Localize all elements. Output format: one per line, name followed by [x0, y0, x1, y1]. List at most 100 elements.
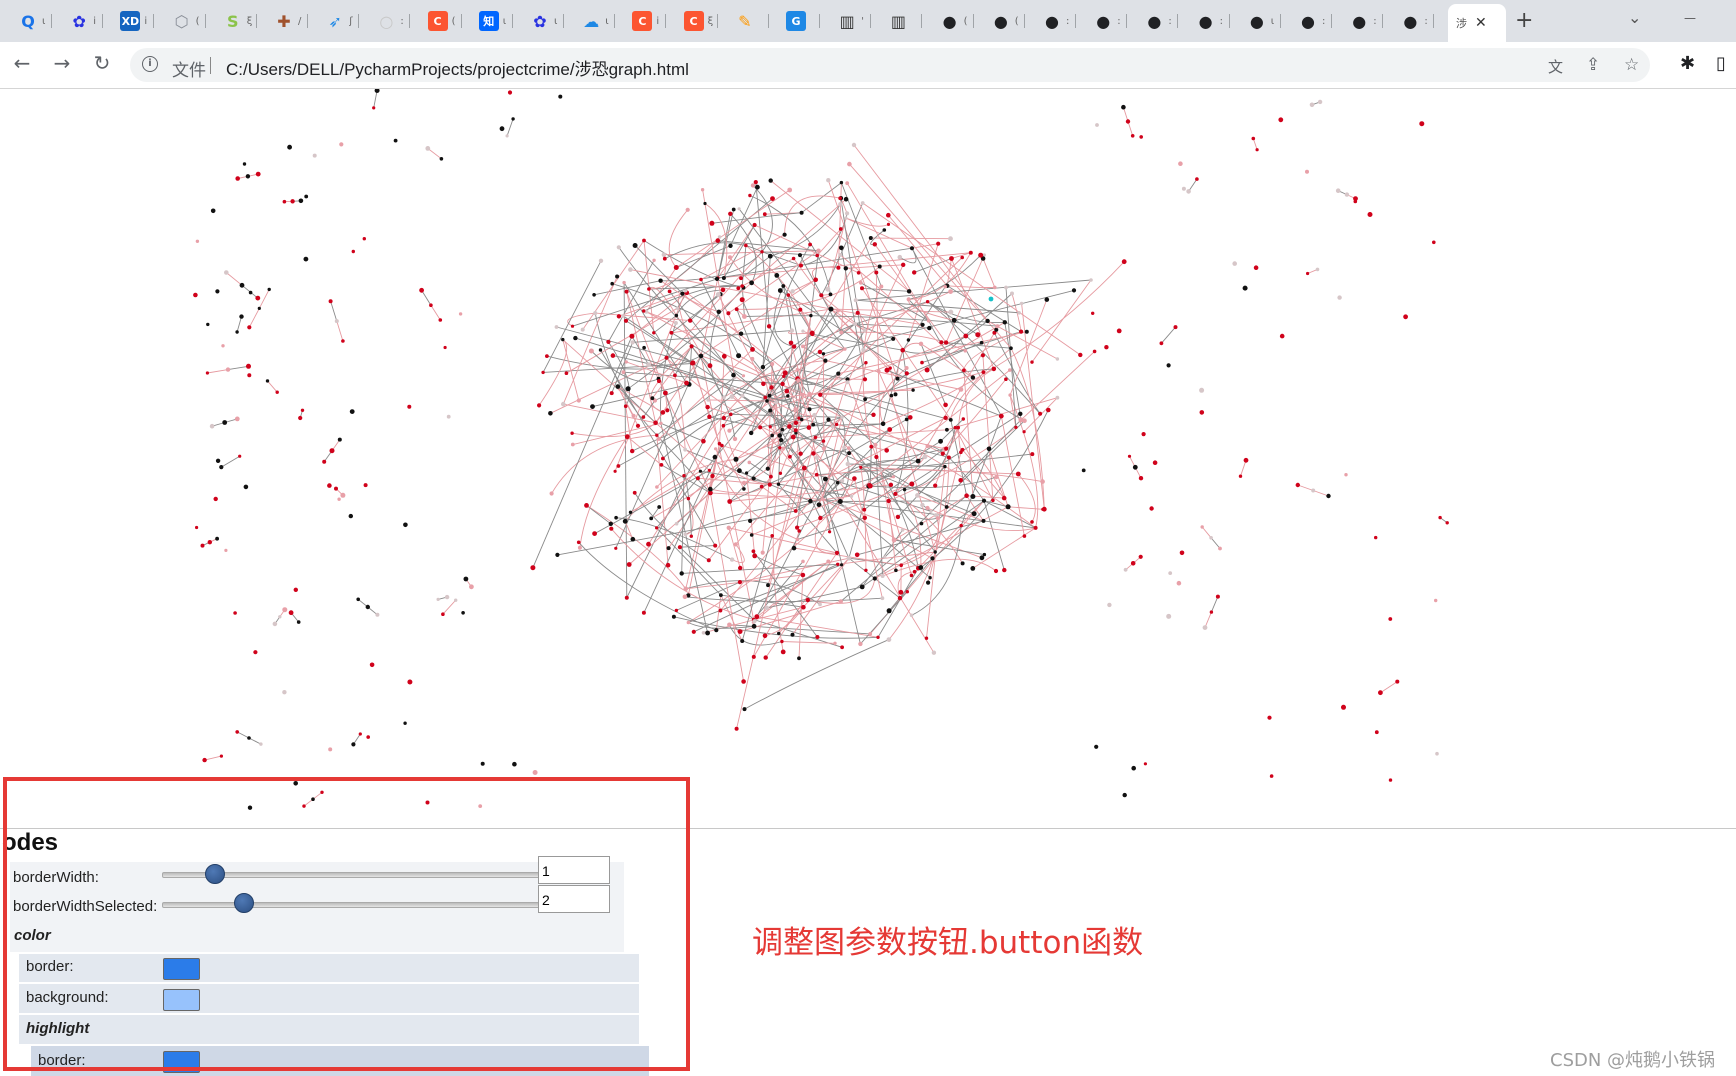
graph-node[interactable]	[628, 267, 633, 272]
graph-node[interactable]	[798, 451, 803, 456]
graph-node[interactable]	[537, 403, 542, 408]
graph-node[interactable]	[1181, 186, 1186, 191]
graph-node[interactable]	[742, 487, 746, 491]
graph-node[interactable]	[1081, 468, 1086, 473]
graph-node[interactable]	[790, 434, 796, 440]
graph-node[interactable]	[673, 265, 679, 270]
graph-node[interactable]	[862, 377, 868, 382]
graph-node[interactable]	[1269, 774, 1274, 778]
graph-node[interactable]	[1030, 452, 1035, 457]
graph-node[interactable]	[960, 255, 964, 260]
graph-node[interactable]	[737, 629, 743, 634]
graph-node[interactable]	[943, 285, 947, 289]
graph-node[interactable]	[712, 454, 718, 460]
graph-node[interactable]	[763, 395, 768, 400]
graph-node[interactable]	[609, 526, 614, 531]
graph-node[interactable]	[835, 481, 840, 485]
graph-node[interactable]	[805, 597, 810, 603]
graph-node[interactable]	[742, 707, 747, 712]
graph-node[interactable]	[225, 367, 231, 372]
graph-node[interactable]	[348, 513, 353, 519]
graph-node[interactable]	[982, 552, 987, 557]
graph-node[interactable]	[985, 318, 990, 324]
graph-node[interactable]	[663, 390, 668, 396]
graph-node[interactable]	[608, 521, 613, 526]
graph-node[interactable]	[719, 593, 723, 597]
graph-node[interactable]	[891, 537, 897, 543]
graph-node[interactable]	[653, 420, 658, 426]
graph-node[interactable]	[577, 545, 582, 550]
graph-node[interactable]	[1341, 704, 1346, 710]
graph-node[interactable]	[763, 655, 768, 660]
graph-node[interactable]	[1040, 479, 1045, 484]
graph-node[interactable]	[876, 635, 880, 639]
graph-node[interactable]	[1094, 744, 1099, 749]
graph-node[interactable]	[816, 248, 821, 253]
graph-node[interactable]	[635, 423, 641, 428]
graph-node[interactable]	[588, 348, 594, 354]
graph-node[interactable]	[247, 373, 252, 378]
graph-node[interactable]	[1008, 393, 1012, 397]
graph-node[interactable]	[742, 314, 747, 319]
graph-node[interactable]	[766, 324, 772, 329]
graph-node[interactable]	[840, 645, 844, 650]
graph-node[interactable]	[895, 514, 901, 520]
graph-node[interactable]	[1030, 520, 1034, 524]
graph-node[interactable]	[836, 371, 841, 376]
graph-node[interactable]	[219, 465, 224, 470]
graph-node[interactable]	[1388, 617, 1393, 621]
graph-node[interactable]	[686, 620, 691, 625]
graph-node[interactable]	[737, 207, 741, 211]
graph-node[interactable]	[351, 249, 355, 254]
graph-node[interactable]	[928, 576, 932, 580]
graph-node[interactable]	[714, 276, 720, 281]
graph-node[interactable]	[642, 309, 646, 313]
graph-node[interactable]	[1019, 301, 1024, 306]
tab[interactable]: ●:	[1290, 6, 1332, 36]
graph-node[interactable]	[674, 313, 679, 318]
graph-node[interactable]	[814, 472, 819, 477]
graph-node[interactable]	[446, 414, 451, 419]
graph-node[interactable]	[933, 550, 937, 554]
graph-node[interactable]	[733, 456, 739, 462]
graph-node[interactable]	[480, 761, 485, 766]
graph-node[interactable]	[761, 381, 766, 387]
graph-node[interactable]	[1004, 377, 1008, 382]
graph-node[interactable]	[882, 228, 887, 232]
graph-node[interactable]	[927, 325, 932, 331]
graph-node[interactable]	[791, 256, 796, 261]
graph-node[interactable]	[659, 463, 664, 467]
graph-node[interactable]	[770, 534, 774, 538]
graph-node[interactable]	[642, 238, 646, 243]
graph-node[interactable]	[741, 480, 747, 486]
graph-node[interactable]	[669, 330, 674, 335]
graph-node[interactable]	[403, 721, 407, 725]
graph-node[interactable]	[393, 138, 398, 143]
graph-node[interactable]	[296, 620, 301, 624]
graph-node[interactable]	[684, 380, 689, 386]
graph-node[interactable]	[751, 549, 756, 554]
graph-node[interactable]	[767, 393, 772, 398]
graph-node[interactable]	[788, 454, 792, 459]
graph-node[interactable]	[1071, 288, 1077, 293]
graph-node[interactable]	[873, 442, 878, 447]
graph-node[interactable]	[760, 550, 765, 555]
graph-node[interactable]	[855, 310, 860, 315]
graph-node[interactable]	[616, 245, 621, 250]
graph-node[interactable]	[801, 559, 805, 564]
graph-node[interactable]	[845, 461, 851, 467]
graph-node[interactable]	[842, 445, 846, 450]
graph-node[interactable]	[801, 344, 805, 349]
graph-node[interactable]	[790, 289, 795, 294]
graph-node[interactable]	[948, 236, 953, 242]
graph-node[interactable]	[1309, 102, 1315, 108]
graph-node[interactable]	[795, 467, 799, 472]
graph-node[interactable]	[213, 496, 218, 502]
graph-node[interactable]	[1215, 594, 1220, 599]
graph-node[interactable]	[1121, 104, 1126, 110]
graph-node[interactable]	[886, 637, 892, 642]
graph-node[interactable]	[655, 433, 659, 437]
graph-node[interactable]	[895, 376, 900, 381]
tab[interactable]: Sξ	[215, 6, 257, 36]
graph-node[interactable]	[920, 322, 925, 327]
